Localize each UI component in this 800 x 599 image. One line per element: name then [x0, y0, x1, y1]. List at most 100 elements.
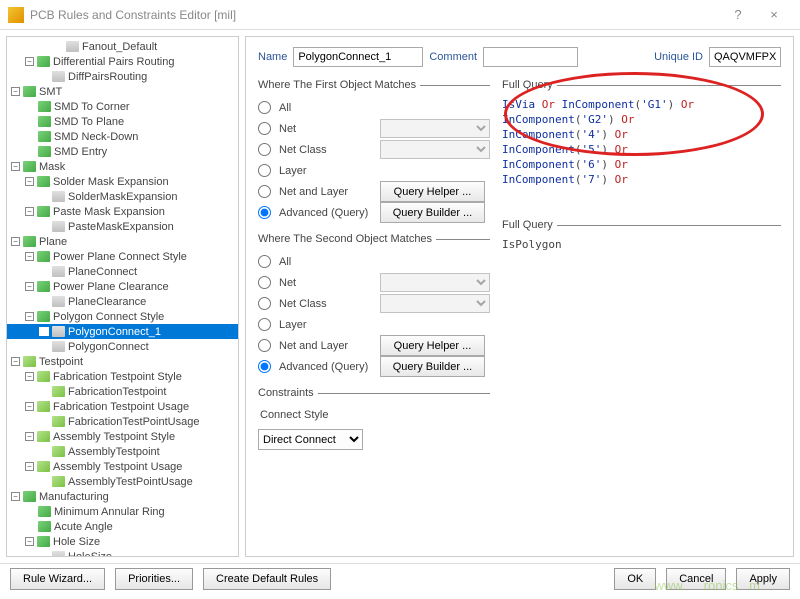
- expand-icon[interactable]: −: [25, 177, 34, 186]
- tree-node[interactable]: −Mask: [7, 159, 238, 174]
- connect-style-select[interactable]: Direct Connect: [258, 429, 363, 450]
- expand-icon[interactable]: −: [25, 312, 34, 321]
- tree-node[interactable]: PolygonConnect: [7, 339, 238, 354]
- scope-radio[interactable]: [258, 101, 271, 114]
- query-builder-button[interactable]: Query Builder ...: [380, 202, 485, 223]
- tree-node[interactable]: SMD To Corner: [7, 99, 238, 114]
- expand-icon[interactable]: −: [11, 162, 20, 171]
- scope-radio[interactable]: [258, 185, 271, 198]
- scope-radio[interactable]: [258, 143, 271, 156]
- expand-icon[interactable]: −: [25, 372, 34, 381]
- expand-icon[interactable]: −: [11, 357, 20, 366]
- tree-node[interactable]: DiffPairsRouting: [7, 69, 238, 84]
- tree-node[interactable]: −Hole Size: [7, 534, 238, 549]
- query-helper-button[interactable]: Query Helper ...: [380, 335, 485, 356]
- tree-node[interactable]: Acute Angle: [7, 519, 238, 534]
- node-icon: [38, 521, 51, 532]
- query-builder-button[interactable]: Query Builder ...: [380, 356, 485, 377]
- tree-node[interactable]: FabricationTestpoint: [7, 384, 238, 399]
- query-helper-button[interactable]: Query Helper ...: [380, 181, 485, 202]
- scope-select[interactable]: [380, 294, 490, 313]
- full-query-2-text[interactable]: IsPolygon: [502, 236, 562, 253]
- scope-select[interactable]: [380, 140, 490, 159]
- tree-node[interactable]: SMD Entry: [7, 144, 238, 159]
- expand-icon[interactable]: −: [25, 537, 34, 546]
- tree-node[interactable]: Fanout_Default: [7, 39, 238, 54]
- expand-icon[interactable]: −: [25, 207, 34, 216]
- scope-radio[interactable]: [258, 164, 271, 177]
- help-button[interactable]: ?: [720, 1, 756, 29]
- scope-radio[interactable]: [258, 360, 271, 373]
- node-icon: [52, 416, 65, 427]
- tree-node[interactable]: −Assembly Testpoint Style: [7, 429, 238, 444]
- ok-button[interactable]: OK: [614, 568, 656, 590]
- node-icon: [38, 146, 51, 157]
- tree-node[interactable]: SolderMaskExpansion: [7, 189, 238, 204]
- node-label: Solder Mask Expansion: [53, 176, 169, 188]
- tree-node[interactable]: −Fabrication Testpoint Usage: [7, 399, 238, 414]
- tree-node[interactable]: − Solder Mask Expansion: [7, 174, 238, 189]
- close-button[interactable]: ×: [756, 1, 792, 29]
- tree-node[interactable]: FabricationTestPointUsage: [7, 414, 238, 429]
- expand-icon[interactable]: −: [25, 402, 34, 411]
- node-label: DiffPairsRouting: [68, 71, 147, 83]
- tree-node[interactable]: AssemblyTestpoint: [7, 444, 238, 459]
- tree-node[interactable]: −Differential Pairs Routing: [7, 54, 238, 69]
- tree-node[interactable]: PasteMaskExpansion: [7, 219, 238, 234]
- tree-node[interactable]: −Assembly Testpoint Usage: [7, 459, 238, 474]
- tree-node[interactable]: −Power Plane Clearance: [7, 279, 238, 294]
- scope-radio[interactable]: [258, 339, 271, 352]
- create-default-rules-button[interactable]: Create Default Rules: [203, 568, 331, 590]
- scope-radio[interactable]: [258, 206, 271, 219]
- tree-node[interactable]: −Manufacturing: [7, 489, 238, 504]
- expand-icon[interactable]: −: [25, 432, 34, 441]
- tree-node[interactable]: PolygonConnect_1: [7, 324, 238, 339]
- scope-radio[interactable]: [258, 297, 271, 310]
- apply-button[interactable]: Apply: [736, 568, 790, 590]
- tree-node[interactable]: −Testpoint: [7, 354, 238, 369]
- full-query-2-legend: Full Query: [502, 219, 557, 231]
- scope-radio[interactable]: [258, 255, 271, 268]
- tree-node[interactable]: AssemblyTestPointUsage: [7, 474, 238, 489]
- expand-icon[interactable]: −: [25, 282, 34, 291]
- tree-node[interactable]: PlaneConnect: [7, 264, 238, 279]
- cancel-button[interactable]: Cancel: [666, 568, 726, 590]
- scope-radio[interactable]: [258, 122, 271, 135]
- scope-radio[interactable]: [258, 318, 271, 331]
- expand-icon[interactable]: −: [11, 492, 20, 501]
- expand-icon[interactable]: −: [11, 237, 20, 246]
- scope-select[interactable]: [380, 119, 490, 138]
- tree-node[interactable]: Minimum Annular Ring: [7, 504, 238, 519]
- expand-icon[interactable]: −: [25, 462, 34, 471]
- tree-node[interactable]: −Paste Mask Expansion: [7, 204, 238, 219]
- node-icon: [23, 161, 36, 172]
- tree-node[interactable]: SMD Neck-Down: [7, 129, 238, 144]
- tree-node[interactable]: HoleSize: [7, 549, 238, 557]
- tree-node[interactable]: SMD To Plane: [7, 114, 238, 129]
- rule-wizard-button[interactable]: Rule Wizard...: [10, 568, 105, 590]
- uid-input[interactable]: [709, 47, 781, 67]
- full-query-1-text[interactable]: IsVia Or InComponent('G1') OrInComponent…: [502, 97, 781, 187]
- expand-icon[interactable]: −: [11, 87, 20, 96]
- node-icon: [37, 431, 50, 442]
- node-label: Fanout_Default: [82, 41, 157, 53]
- scope-radio[interactable]: [258, 276, 271, 289]
- scope-radio-label: All: [279, 102, 374, 114]
- tree-node[interactable]: −Plane: [7, 234, 238, 249]
- tree-node[interactable]: −Fabrication Testpoint Style: [7, 369, 238, 384]
- scope-select[interactable]: [380, 273, 490, 292]
- tree-node[interactable]: −Polygon Connect Style: [7, 309, 238, 324]
- scope-radio-label: Advanced (Query): [279, 207, 374, 219]
- tree-node[interactable]: PlaneClearance: [7, 294, 238, 309]
- tree-node[interactable]: −SMT: [7, 84, 238, 99]
- node-icon: [38, 506, 51, 517]
- priorities-button[interactable]: Priorities...: [115, 568, 193, 590]
- node-icon: [52, 476, 65, 487]
- name-input[interactable]: [293, 47, 423, 67]
- expand-icon[interactable]: −: [25, 57, 34, 66]
- node-icon: [37, 251, 50, 262]
- tree-node[interactable]: −Power Plane Connect Style: [7, 249, 238, 264]
- expand-icon[interactable]: −: [25, 252, 34, 261]
- rules-tree[interactable]: Fanout_Default−Differential Pairs Routin…: [6, 36, 239, 557]
- comment-input[interactable]: [483, 47, 578, 67]
